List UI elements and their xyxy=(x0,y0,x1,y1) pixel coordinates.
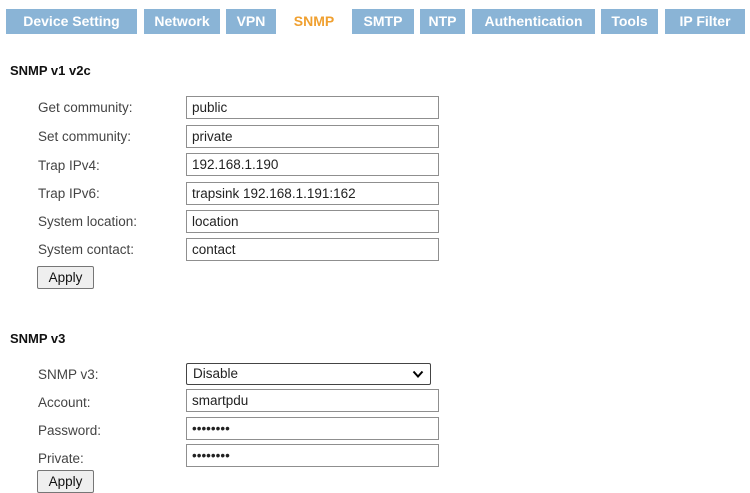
section-title-snmp-v3: SNMP v3 xyxy=(10,331,66,346)
tab-device-setting[interactable]: Device Setting xyxy=(6,9,137,34)
private-field[interactable] xyxy=(186,444,439,467)
trap-ipv4-field[interactable] xyxy=(186,153,439,176)
private-label: Private: xyxy=(38,451,84,466)
snmp-v3-select[interactable]: Disable xyxy=(186,363,431,385)
set-community-field[interactable] xyxy=(186,125,439,148)
set-community-label: Set community: xyxy=(38,129,132,144)
get-community-field[interactable] xyxy=(186,96,439,119)
trap-ipv6-label: Trap IPv6: xyxy=(38,186,100,201)
password-field[interactable] xyxy=(186,417,439,440)
trap-ipv6-field[interactable] xyxy=(186,182,439,205)
password-label: Password: xyxy=(38,423,102,438)
section-title-snmp-v1v2c: SNMP v1 v2c xyxy=(10,63,91,78)
account-label: Account: xyxy=(38,395,91,410)
apply-button-v1v2c[interactable]: Apply xyxy=(37,266,94,289)
tab-ntp[interactable]: NTP xyxy=(420,9,465,34)
tab-smtp[interactable]: SMTP xyxy=(352,9,414,34)
system-location-label: System location: xyxy=(38,214,138,229)
system-location-field[interactable] xyxy=(186,210,439,233)
chevron-down-icon xyxy=(412,370,424,378)
tab-network[interactable]: Network xyxy=(144,9,220,34)
trap-ipv4-label: Trap IPv4: xyxy=(38,158,100,173)
get-community-label: Get community: xyxy=(38,100,133,115)
snmp-v3-selected-value: Disable xyxy=(193,366,239,381)
tab-vpn[interactable]: VPN xyxy=(226,9,276,34)
tab-ip-filter[interactable]: IP Filter xyxy=(665,9,745,34)
tab-snmp[interactable]: SNMP xyxy=(283,9,345,34)
account-field[interactable] xyxy=(186,389,439,412)
system-contact-label: System contact: xyxy=(38,242,135,257)
snmp-v3-label: SNMP v3: xyxy=(38,367,99,382)
tab-tools[interactable]: Tools xyxy=(601,9,658,34)
tab-bar: Device Setting Network VPN SNMP SMTP NTP… xyxy=(0,9,750,34)
system-contact-field[interactable] xyxy=(186,238,439,261)
tab-authentication[interactable]: Authentication xyxy=(472,9,595,34)
